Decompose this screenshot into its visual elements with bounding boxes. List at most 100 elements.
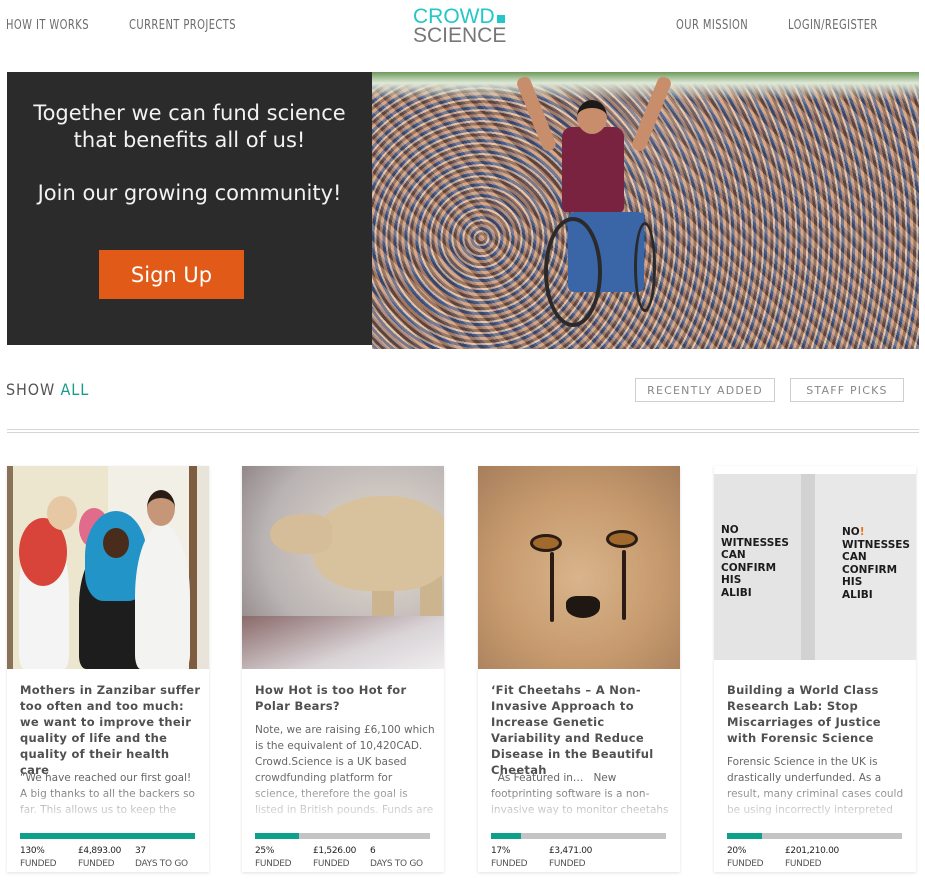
stat-percent-funded: 20% FUNDED <box>727 845 764 871</box>
bear-body <box>312 496 444 591</box>
stat-value: £1,526.00 <box>313 846 357 856</box>
poster-text-right: NO! WITNESSES CAN CONFIRM HIS ALIBI <box>842 526 910 601</box>
wheelchair-wheel <box>544 217 602 327</box>
stat-days-to-go: 6 DAYS TO GO <box>370 845 423 871</box>
white-coat <box>135 524 190 669</box>
poster-word: NO <box>721 524 739 536</box>
project-card[interactable]: Mothers in Zanzibar suffer too often and… <box>7 466 209 872</box>
project-title[interactable]: How Hot is too Hot for Polar Bears? <box>255 682 437 714</box>
nav-our-mission[interactable]: OUR MISSION <box>676 18 748 33</box>
poster-word: CAN <box>721 549 746 561</box>
funding-progress-bar <box>727 833 902 839</box>
bear-head <box>270 514 332 554</box>
logo-square-icon <box>497 15 505 23</box>
wheelchair-wheel-rear <box>634 222 656 312</box>
funding-progress-bar <box>255 833 430 839</box>
project-description: Note, we are raising £6,100 which is the… <box>255 724 435 816</box>
person-head <box>577 100 607 134</box>
show-label: SHOW <box>6 380 56 399</box>
project-description: As Featured in… New footprinting softwar… <box>491 772 669 816</box>
poster-word: WITNESSES <box>721 536 789 549</box>
stat-value: £3,471.00 <box>549 846 593 856</box>
hero-signup-panel: Together we can fund science that benefi… <box>7 72 372 345</box>
poster-word: WITNESSES <box>842 538 910 551</box>
project-description: Forensic Science in the UK is drasticall… <box>727 756 904 816</box>
stat-label: FUNDED <box>549 859 586 869</box>
stat-label: FUNDED <box>78 859 115 869</box>
project-stats: 130% FUNDED £4,893.00 FUNDED 37 DAYS TO GO <box>20 845 200 871</box>
stat-percent-funded: 25% FUNDED <box>255 845 292 871</box>
hero-join-text: Join our growing community! <box>37 181 342 205</box>
stat-amount-funded: £201,210.00 FUNDED <box>785 845 839 871</box>
nav-current-projects[interactable]: CURRENT PROJECTS <box>129 18 236 33</box>
nav-login-register[interactable]: LOGIN/REGISTER <box>788 18 878 33</box>
stat-value: 37 <box>135 846 146 856</box>
hero-tagline-line2: that benefits all of us! <box>73 128 306 152</box>
section-divider <box>7 429 919 433</box>
show-filter: SHOW ALL <box>6 380 89 399</box>
poster-word: ALIBI <box>721 586 752 599</box>
project-image <box>7 466 209 669</box>
poster-word: HIS <box>842 576 863 588</box>
stat-label: FUNDED <box>491 859 528 869</box>
stat-value: 130% <box>20 846 45 856</box>
poster-word: CAN <box>842 551 867 563</box>
funding-progress-bar <box>20 833 195 839</box>
funding-progress-bar <box>491 833 666 839</box>
recently-added-button[interactable]: RECENTLY ADDED <box>635 378 775 402</box>
project-stats: 17% FUNDED £3,471.00 FUNDED <box>491 845 671 871</box>
stat-value: 20% <box>727 846 747 856</box>
stat-label: FUNDED <box>313 859 350 869</box>
progress-fill <box>255 833 299 839</box>
poster-word: CONFIRM <box>721 561 777 574</box>
rock-ledge <box>242 616 444 669</box>
stat-label: DAYS TO GO <box>135 859 188 869</box>
stat-days-to-go: 37 DAYS TO GO <box>135 845 188 871</box>
stat-label: FUNDED <box>20 859 57 869</box>
stat-value: £201,210.00 <box>785 846 839 856</box>
project-image: NO WITNESSES CAN CONFIRM HIS ALIBI NO! W… <box>714 474 916 660</box>
stat-label: FUNDED <box>785 859 822 869</box>
poster-word: CONFIRM <box>842 563 898 576</box>
hero-crowd-image <box>372 72 919 349</box>
poster-text-left: NO WITNESSES CAN CONFIRM HIS ALIBI <box>721 524 789 599</box>
poster-word: ALIBI <box>842 588 873 601</box>
stat-amount-funded: £1,526.00 FUNDED <box>313 845 356 871</box>
progress-fill <box>491 833 521 839</box>
stat-amount-funded: £4,893.00 FUNDED <box>78 845 121 871</box>
staff-picks-button[interactable]: STAFF PICKS <box>790 378 904 402</box>
stat-value: 6 <box>370 846 376 856</box>
project-stats: 25% FUNDED £1,526.00 FUNDED 6 DAYS TO GO <box>255 845 435 871</box>
show-all-link[interactable]: ALL <box>61 380 90 399</box>
cheetah-tear-mark <box>622 550 626 620</box>
hero-tagline-line1: Together we can fund science <box>33 101 346 125</box>
nav-how-it-works[interactable]: HOW IT WORKS <box>6 18 89 33</box>
stat-percent-funded: 17% FUNDED <box>491 845 528 871</box>
person-face <box>47 496 77 530</box>
stat-value: 17% <box>491 846 511 856</box>
sign-up-button[interactable]: Sign Up <box>99 250 244 299</box>
progress-fill <box>727 833 762 839</box>
project-image <box>242 466 444 669</box>
stat-label: DAYS TO GO <box>370 859 423 869</box>
project-title[interactable]: Building a World Class Research Lab: Sto… <box>727 682 909 746</box>
project-title[interactable]: Mothers in Zanzibar suffer too often and… <box>20 682 202 778</box>
poster-word-no: NO <box>842 526 860 538</box>
crowd-science-logo[interactable]: CROWD SCIENCE <box>413 6 509 47</box>
stat-label: FUNDED <box>255 859 292 869</box>
person-face <box>147 490 175 526</box>
stat-value: £4,893.00 <box>78 846 122 856</box>
project-card[interactable]: ‘Fit Cheetahs – A Non-Invasive Approach … <box>478 466 680 872</box>
project-card[interactable]: NO WITNESSES CAN CONFIRM HIS ALIBI NO! W… <box>714 466 916 872</box>
progress-fill <box>20 833 195 839</box>
site-header: HOW IT WORKS CURRENT PROJECTS CROWD SCIE… <box>0 0 925 70</box>
project-card[interactable]: How Hot is too Hot for Polar Bears? Note… <box>242 466 444 872</box>
cheetah-nose <box>566 596 600 618</box>
project-description: “We have reached our first goal! A big t… <box>20 772 195 816</box>
stat-value: 25% <box>255 846 275 856</box>
stat-amount-funded: £3,471.00 FUNDED <box>549 845 592 871</box>
cheetah-tear-mark <box>550 552 554 622</box>
stat-label: FUNDED <box>727 859 764 869</box>
project-title[interactable]: ‘Fit Cheetahs – A Non-Invasive Approach … <box>491 682 673 778</box>
cheetah-eye <box>530 534 562 552</box>
